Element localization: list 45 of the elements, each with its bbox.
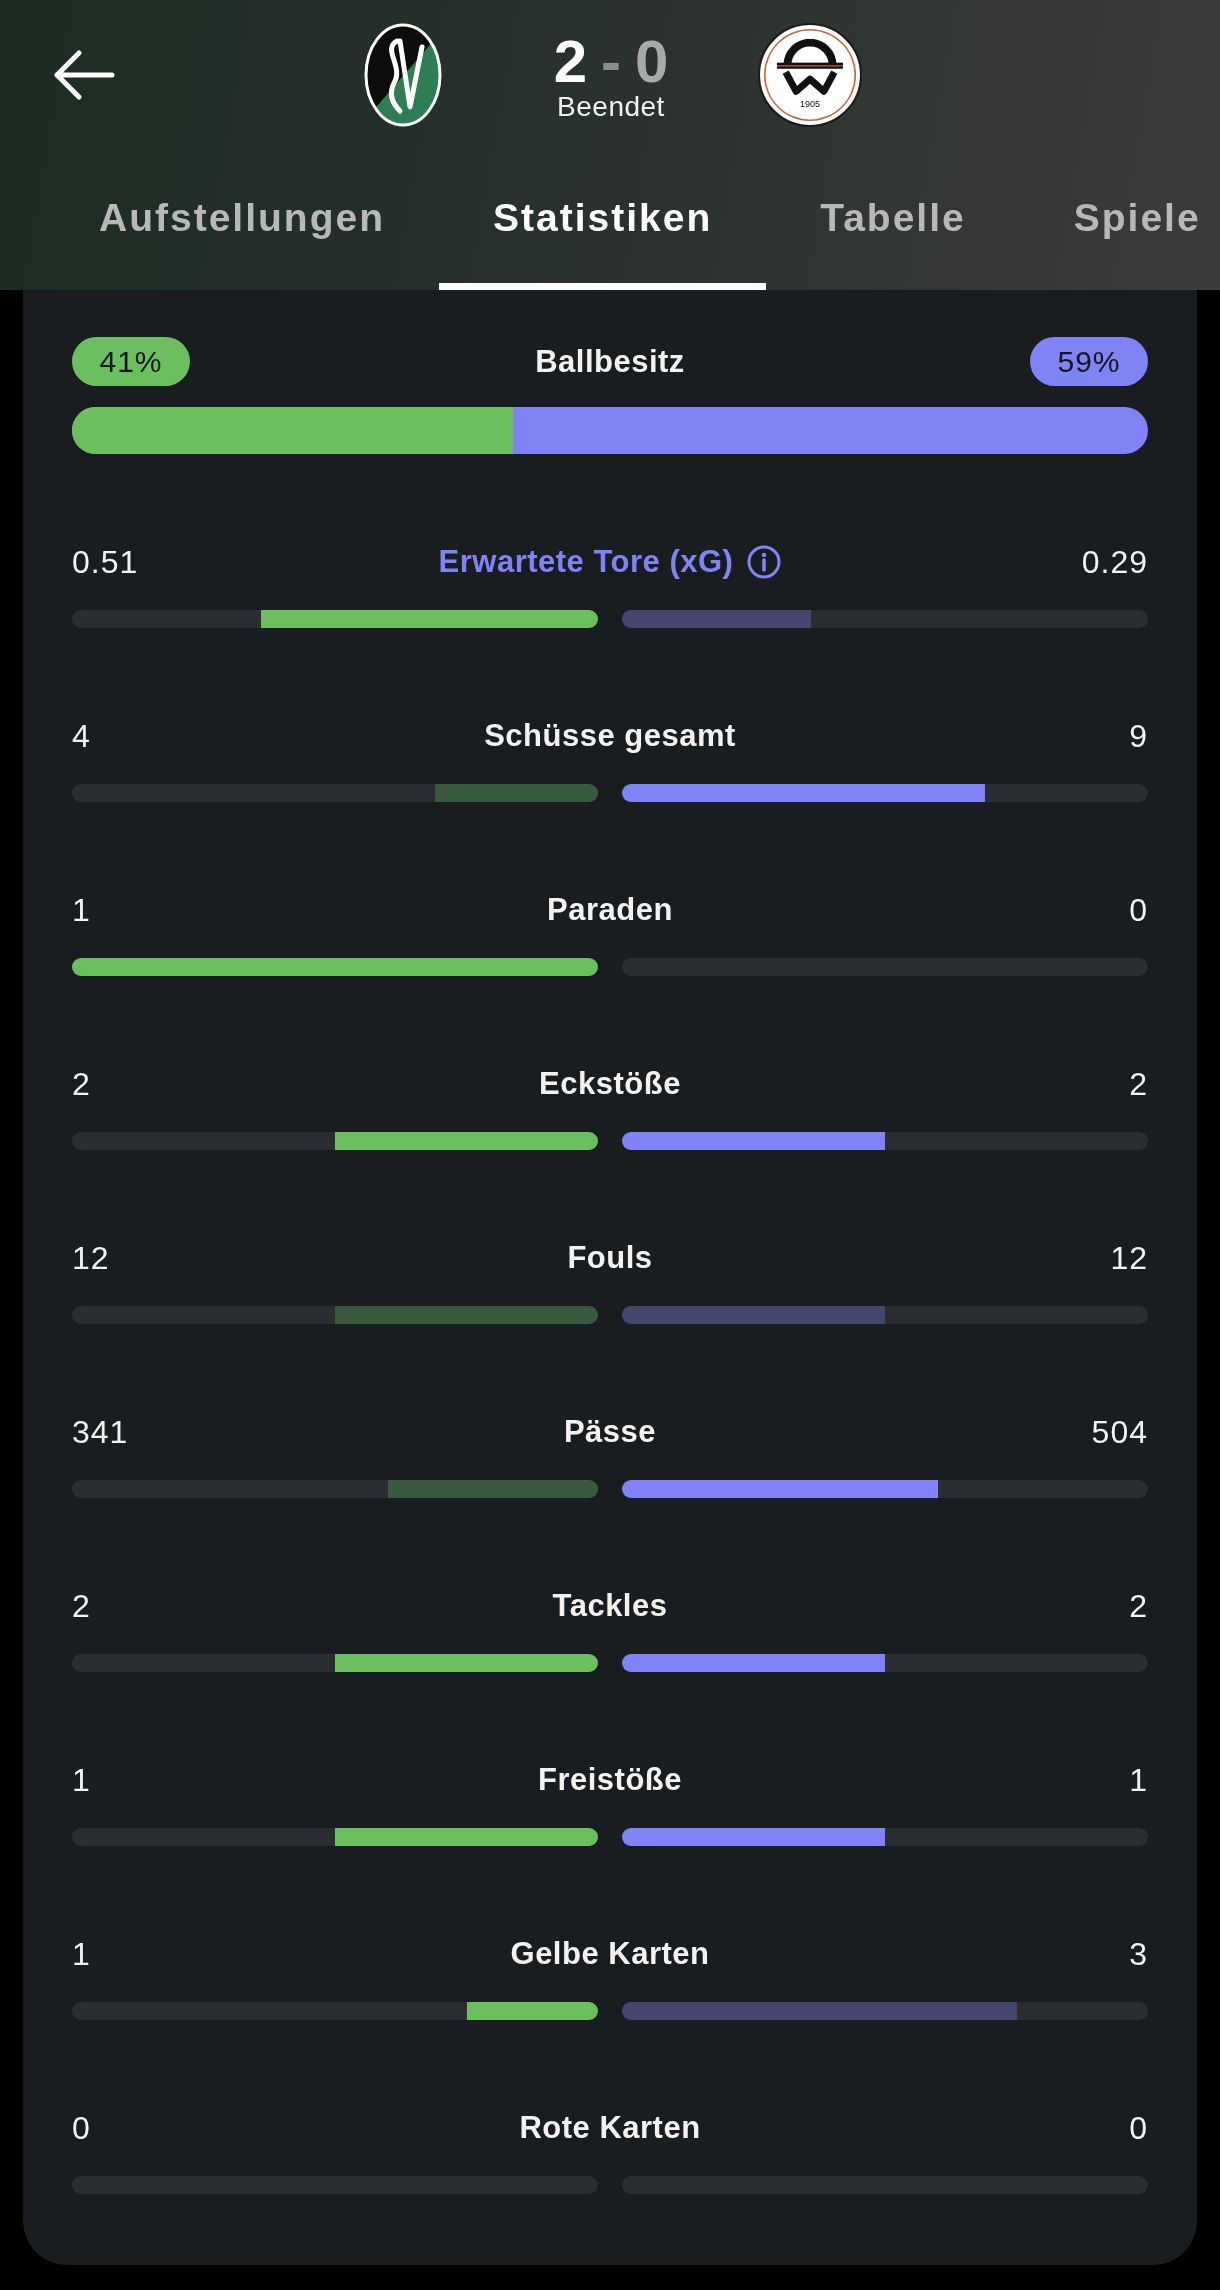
- stat-value: 4: [72, 717, 91, 756]
- stat-label: Paraden: [547, 891, 673, 929]
- stat-label: Schüsse gesamt: [484, 717, 736, 755]
- stat-value: 1: [72, 891, 91, 930]
- tab[interactable]: Aufstellungen: [45, 150, 439, 290]
- stat-label: Erwartete Tore (xG): [438, 543, 734, 581]
- stat-label: Tackles: [552, 1587, 668, 1625]
- stat-value: 0.29: [1081, 543, 1148, 582]
- stat-value: 0: [1129, 2109, 1148, 2148]
- stat-label: Ballbesitz: [535, 342, 685, 381]
- possession-badge: 59%: [1030, 337, 1148, 386]
- stat-value: 341: [72, 1413, 129, 1452]
- stat-value: 2: [1129, 1065, 1148, 1104]
- stat-value: 1: [72, 1761, 91, 1800]
- stat-label: Eckstöße: [539, 1065, 681, 1103]
- stat-value: 1: [1129, 1761, 1148, 1800]
- tab[interactable]: Spiele: [1019, 150, 1211, 290]
- stat-label: Gelbe Karten: [510, 1935, 710, 1973]
- stat-value: 0: [1129, 891, 1148, 930]
- emblem-icon: [777, 39, 843, 95]
- stat-value: 0.51: [72, 543, 139, 582]
- stat-label: Rote Karten: [519, 2109, 701, 2147]
- stat-value: 12: [1110, 1239, 1148, 1278]
- stat-value: 3: [1129, 1935, 1148, 1974]
- stat-label: Pässe: [563, 1413, 657, 1451]
- score-separator: -: [601, 33, 621, 91]
- crest-icon: [364, 23, 442, 127]
- stat-value: 2: [72, 1065, 91, 1104]
- stat-value: 504: [1091, 1413, 1148, 1452]
- stat-label: Fouls: [567, 1239, 653, 1277]
- stat-value: 9: [1129, 717, 1148, 756]
- stat-label: Freistöße: [538, 1761, 682, 1799]
- info-icon[interactable]: [747, 545, 782, 579]
- match-status: Beendet: [557, 91, 665, 123]
- stat-value: 0: [72, 2109, 91, 2148]
- stat-value: 2: [1129, 1587, 1148, 1626]
- home-score: 2: [553, 33, 587, 91]
- back-icon[interactable]: [53, 50, 115, 100]
- stat-value: 1: [72, 1935, 91, 1974]
- possession-badge: 41%: [72, 337, 190, 386]
- founding-year: 1905: [800, 99, 820, 109]
- stat-value: 12: [72, 1239, 110, 1278]
- tab[interactable]: Tabelle: [766, 150, 1020, 290]
- away-score: 0: [635, 33, 669, 91]
- stat-value: 2: [72, 1587, 91, 1626]
